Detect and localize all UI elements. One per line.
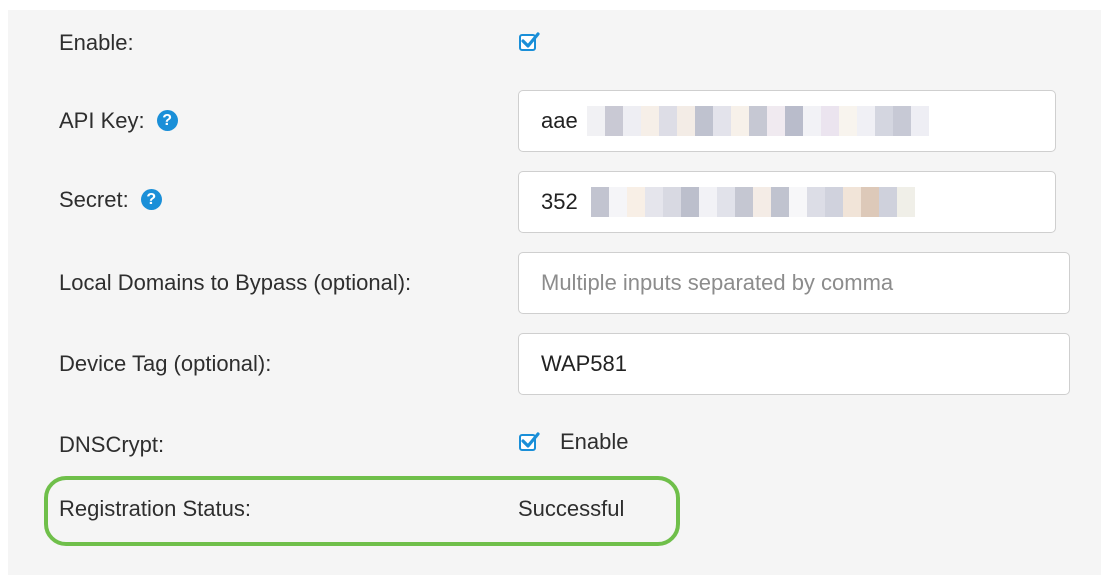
checkmark-icon (521, 32, 540, 48)
local-domains-label: Local Domains to Bypass (optional): (59, 270, 412, 295)
dnscrypt-enable-label[interactable]: Enable (560, 429, 629, 455)
question-circle-icon[interactable]: ? (156, 109, 178, 131)
device-tag-label: Device Tag (optional): (59, 351, 272, 376)
secret-value: 352 (541, 189, 578, 214)
dnscrypt-label: DNSCrypt: (59, 432, 165, 457)
local-domains-input[interactable]: Multiple inputs separated by comma (518, 252, 1070, 314)
api-key-label: API Key:? (59, 108, 178, 134)
api-key-value: aae (541, 108, 578, 133)
dnscrypt-enable-checkbox[interactable] (519, 432, 540, 451)
secret-label-text: Secret: (59, 187, 129, 212)
local-domains-placeholder: Multiple inputs separated by comma (541, 270, 894, 295)
obscured-value-block (587, 106, 929, 136)
api-key-label-text: API Key: (59, 108, 145, 133)
enable-label: Enable: (59, 30, 134, 55)
checkmark-icon (521, 432, 540, 448)
secret-input[interactable]: 352 (518, 171, 1056, 233)
question-circle-icon[interactable]: ? (140, 188, 162, 210)
registration-status-label: Registration Status: (59, 496, 251, 521)
obscured-value-block (591, 187, 915, 217)
enable-checkbox[interactable] (519, 32, 540, 51)
api-key-input[interactable]: aae (518, 90, 1056, 152)
registration-status-value: Successful (518, 496, 625, 521)
secret-label: Secret:? (59, 187, 162, 213)
device-tag-input[interactable]: WAP581 (518, 333, 1070, 395)
device-tag-value: WAP581 (541, 351, 628, 376)
